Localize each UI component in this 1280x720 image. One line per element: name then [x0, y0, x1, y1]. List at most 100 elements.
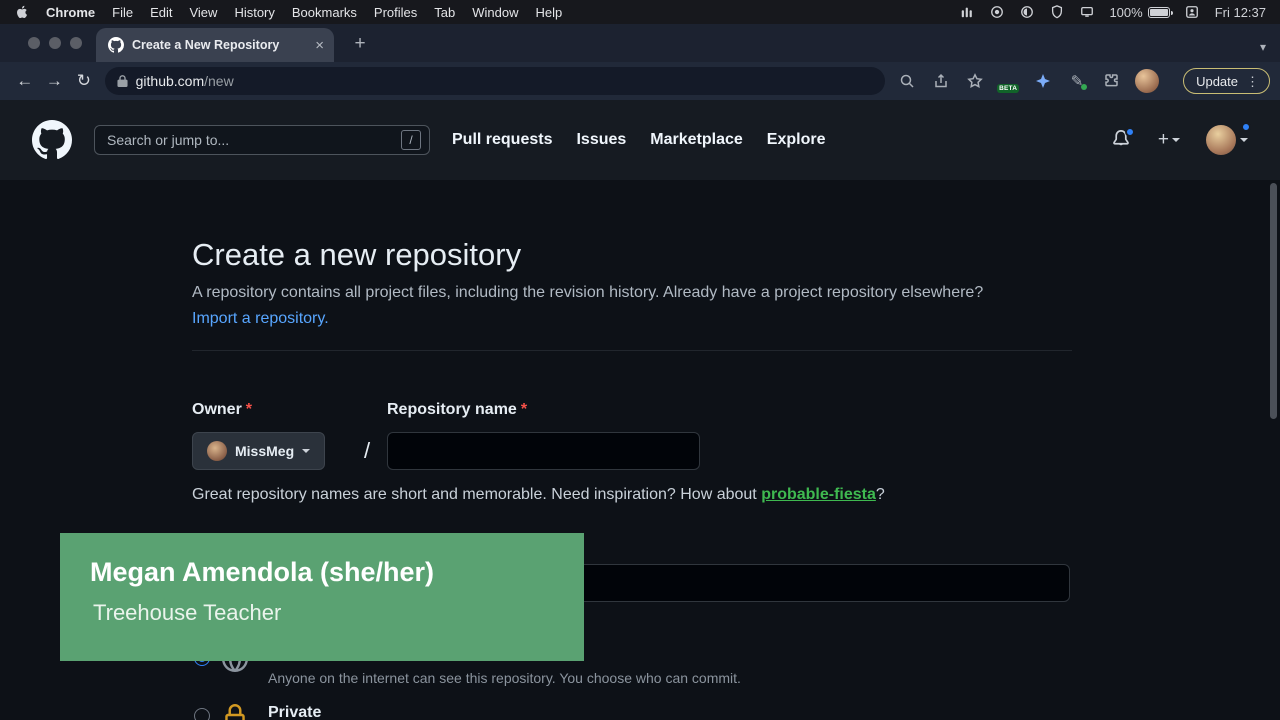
menu-item-help[interactable]: Help	[536, 5, 563, 20]
owner-avatar	[207, 441, 227, 461]
required-asterisk: *	[521, 401, 527, 418]
update-label: Update	[1196, 74, 1238, 89]
forward-button[interactable]: →	[40, 71, 70, 91]
browser-tab[interactable]: Create a New Repository ×	[96, 28, 334, 62]
toolbar-actions: BETA ✎ Update ⋮	[897, 68, 1270, 94]
edit-extension-icon[interactable]: ✎	[1067, 71, 1087, 91]
status-circle-icon[interactable]	[1019, 5, 1034, 19]
battery-indicator[interactable]: 100%	[1109, 5, 1169, 20]
plus-icon: +	[1158, 129, 1169, 151]
url-text: github.com/new	[136, 73, 234, 89]
https-lock-icon	[117, 75, 128, 88]
close-tab-icon[interactable]: ×	[315, 37, 324, 54]
caption-name: Megan Amendola (she/her)	[90, 557, 434, 588]
github-header: / Pull requests Issues Marketplace Explo…	[0, 100, 1280, 180]
intro-paragraph: A repository contains all project files,…	[192, 280, 1012, 332]
github-nav: Pull requests Issues Marketplace Explore	[452, 131, 825, 149]
notifications-bell-icon[interactable]	[1112, 130, 1132, 150]
menu-item-edit[interactable]: Edit	[150, 5, 172, 20]
nav-issues[interactable]: Issues	[576, 131, 626, 149]
repository-name-input[interactable]	[387, 432, 700, 470]
status-bars-icon[interactable]	[959, 5, 974, 19]
private-label: Private	[268, 704, 321, 720]
tab-search-chevron-icon[interactable]: ▾	[1260, 40, 1266, 54]
github-favicon	[108, 37, 124, 53]
address-bar[interactable]: github.com/new	[105, 67, 885, 95]
close-window-button[interactable]	[28, 37, 40, 49]
caption-role: Treehouse Teacher	[93, 600, 281, 626]
divider	[192, 350, 1072, 351]
notification-dot	[1125, 127, 1135, 137]
browser-profile-avatar[interactable]	[1135, 69, 1159, 93]
update-button[interactable]: Update ⋮	[1183, 68, 1270, 94]
status-record-icon[interactable]	[989, 5, 1004, 19]
menu-item-chrome[interactable]: Chrome	[46, 5, 95, 20]
repo-name-hint: Great repository names are short and mem…	[192, 486, 885, 504]
avatar-notification-dot	[1241, 122, 1251, 132]
nav-pull-requests[interactable]: Pull requests	[452, 131, 552, 149]
owner-label: Owner*	[192, 401, 252, 419]
macos-menubar: Chrome File Edit View History Bookmarks …	[0, 0, 1280, 24]
github-search-box[interactable]: /	[94, 125, 430, 155]
caption-overlay: Megan Amendola (she/her) Treehouse Teach…	[60, 533, 584, 661]
public-description: Anyone on the internet can see this repo…	[268, 670, 741, 686]
menu-item-view[interactable]: View	[189, 5, 217, 20]
user-menu[interactable]	[1206, 125, 1248, 155]
menu-item-tab[interactable]: Tab	[434, 5, 455, 20]
owner-value: MissMeg	[235, 443, 294, 459]
browser-toolbar: ← → ↻ github.com/new BETA ✎ Update	[0, 62, 1280, 100]
url-host: github.com	[136, 73, 204, 89]
window-controls	[28, 37, 82, 49]
new-tab-button[interactable]: +	[348, 33, 372, 55]
private-radio[interactable]	[194, 708, 210, 720]
page-scrollbar[interactable]	[1270, 183, 1277, 419]
bookmark-star-icon[interactable]	[965, 71, 985, 91]
url-path: /new	[204, 73, 234, 89]
create-new-menu[interactable]: +	[1158, 129, 1180, 151]
nav-explore[interactable]: Explore	[767, 131, 826, 149]
nav-marketplace[interactable]: Marketplace	[650, 131, 743, 149]
search-shortcut-key: /	[401, 130, 421, 150]
chevron-down-icon	[1172, 138, 1180, 142]
tab-title: Create a New Repository	[132, 38, 307, 52]
required-asterisk: *	[246, 401, 252, 418]
chevron-down-icon	[1240, 138, 1248, 142]
github-header-actions: +	[1112, 125, 1248, 155]
fast-user-switch-icon[interactable]	[1185, 5, 1200, 19]
beta-badge: BETA	[997, 84, 1019, 93]
zoom-icon[interactable]	[897, 71, 917, 91]
repository-name-label: Repository name*	[387, 401, 527, 419]
menubar-clock[interactable]: Fri 12:37	[1215, 5, 1266, 20]
extension-sparkle-icon[interactable]	[1033, 71, 1053, 91]
menu-item-window[interactable]: Window	[472, 5, 518, 20]
search-input[interactable]	[107, 132, 401, 148]
beta-extension-icon[interactable]: BETA	[999, 71, 1019, 91]
page-title: Create a new repository	[192, 237, 521, 273]
github-logo-icon[interactable]	[32, 120, 72, 160]
lock-icon	[222, 704, 248, 720]
owner-select-button[interactable]: MissMeg	[192, 432, 325, 470]
back-button[interactable]: ←	[10, 71, 40, 91]
extensions-puzzle-icon[interactable]	[1101, 71, 1121, 91]
intro-text: A repository contains all project files,…	[192, 284, 983, 301]
status-shield-icon[interactable]	[1049, 5, 1064, 19]
menu-item-bookmarks[interactable]: Bookmarks	[292, 5, 357, 20]
battery-icon	[1148, 7, 1170, 18]
user-avatar	[1206, 125, 1236, 155]
tab-strip: Create a New Repository × + ▾	[0, 24, 1280, 62]
share-icon[interactable]	[931, 71, 951, 91]
battery-percent-label: 100%	[1109, 5, 1142, 20]
apple-logo-icon[interactable]	[14, 5, 29, 19]
menu-item-profiles[interactable]: Profiles	[374, 5, 417, 20]
minimize-window-button[interactable]	[49, 37, 61, 49]
menu-item-file[interactable]: File	[112, 5, 133, 20]
browser-menu-kebab-icon[interactable]: ⋮	[1246, 75, 1259, 88]
suggested-name-link[interactable]: probable-fiesta	[761, 486, 876, 503]
zoom-window-button[interactable]	[70, 37, 82, 49]
chevron-down-icon	[302, 449, 310, 453]
status-display-icon[interactable]	[1079, 5, 1094, 19]
menu-item-history[interactable]: History	[234, 5, 274, 20]
owner-repo-separator: /	[364, 432, 370, 470]
reload-button[interactable]: ↻	[69, 71, 99, 91]
import-repository-link[interactable]: Import a repository.	[192, 310, 329, 327]
